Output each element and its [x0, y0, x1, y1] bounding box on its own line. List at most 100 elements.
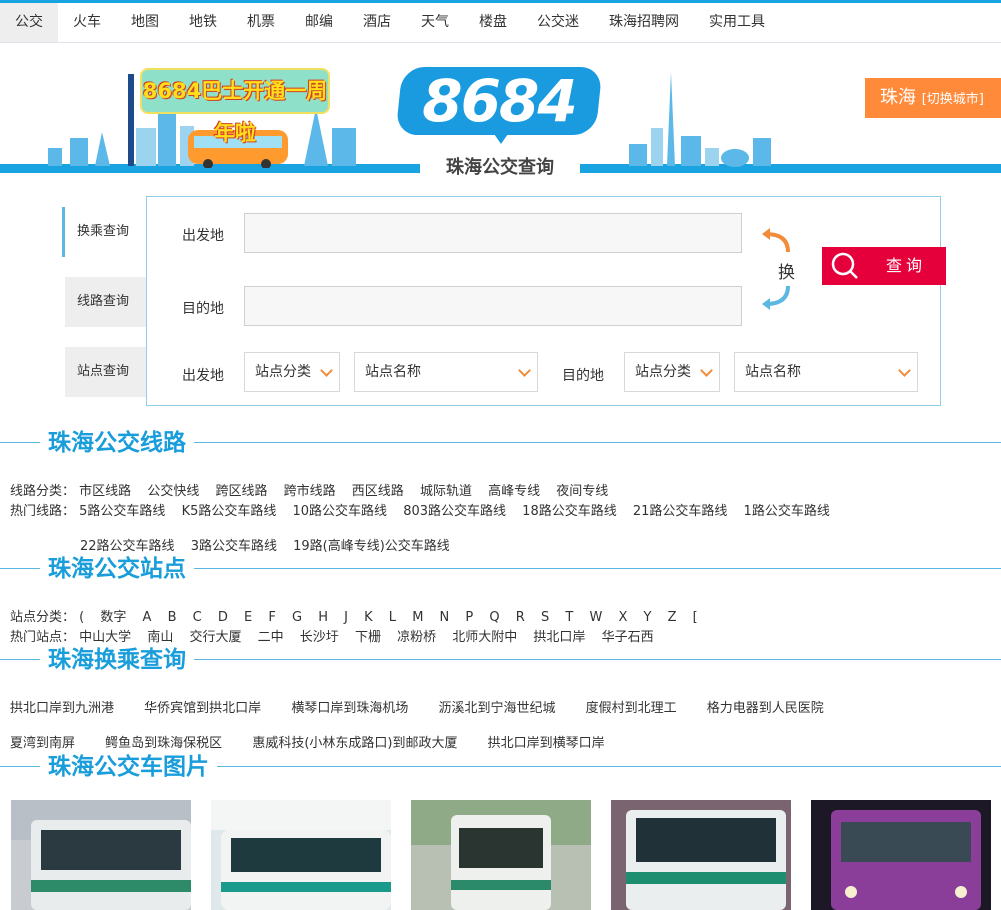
- stop-letter-link[interactable]: J: [344, 610, 348, 625]
- line-category-link[interactable]: 城际轨道: [420, 484, 472, 499]
- bus-photo[interactable]: [611, 800, 791, 910]
- line-category-link[interactable]: 夜间专线: [556, 484, 608, 499]
- stop-letter-link[interactable]: N: [440, 610, 450, 625]
- from-input[interactable]: [244, 213, 742, 253]
- stop-letter-link[interactable]: [: [693, 610, 698, 625]
- hot-stop-link[interactable]: 中山大学: [79, 630, 131, 645]
- hot-line-link[interactable]: K5路公交车路线: [182, 504, 277, 519]
- hot-line-link[interactable]: 10路公交车路线: [293, 504, 388, 519]
- nav-subway[interactable]: 地铁: [174, 3, 232, 42]
- hot-stop-link[interactable]: 南山: [147, 630, 173, 645]
- stop-letter-link[interactable]: M: [412, 610, 423, 625]
- line-category-link[interactable]: 跨市线路: [284, 484, 336, 499]
- nav-flight[interactable]: 机票: [232, 3, 290, 42]
- tab-line-query[interactable]: 线路查询: [65, 277, 147, 327]
- stop-letter-link[interactable]: S: [541, 610, 549, 625]
- stop-letter-link[interactable]: B: [168, 610, 177, 625]
- transfer-link[interactable]: 华侨宾馆到拱北口岸: [144, 701, 261, 716]
- line-category-link[interactable]: 市区线路: [79, 484, 131, 499]
- stop-letter-link[interactable]: W: [589, 610, 602, 625]
- bus-photo[interactable]: [211, 800, 391, 910]
- bus-photo[interactable]: [811, 800, 991, 910]
- line-category-link[interactable]: 公交快线: [147, 484, 199, 499]
- stop-letter-link[interactable]: C: [193, 610, 202, 625]
- stop-letter-link[interactable]: (: [79, 610, 84, 625]
- nav-bus-fans[interactable]: 公交迷: [522, 3, 594, 42]
- hot-line-link[interactable]: 5路公交车路线: [79, 504, 165, 519]
- tab-transfer-query[interactable]: 换乘查询: [62, 207, 148, 257]
- nav-train[interactable]: 火车: [58, 3, 116, 42]
- tab-stop-query[interactable]: 站点查询: [65, 347, 147, 397]
- current-city: 珠海: [880, 87, 916, 108]
- bus-photo[interactable]: [411, 800, 591, 910]
- nav-zipcode[interactable]: 邮编: [290, 3, 348, 42]
- nav-jobs[interactable]: 珠海招聘网: [594, 3, 694, 42]
- hot-stop-link[interactable]: 拱北口岸: [533, 630, 585, 645]
- query-button[interactable]: 查询: [822, 247, 946, 285]
- stop-letter-link[interactable]: T: [565, 610, 573, 625]
- from-stop-name-select[interactable]: 站点名称: [354, 352, 538, 392]
- hot-line-link[interactable]: 1路公交车路线: [744, 504, 830, 519]
- to-stop-category-select[interactable]: 站点分类: [624, 352, 720, 392]
- to-stop-name-select[interactable]: 站点名称: [734, 352, 918, 392]
- hot-line-link[interactable]: 19路(高峰专线)公交车路线: [293, 539, 450, 554]
- stop-letter-link[interactable]: K: [364, 610, 373, 625]
- from-stop-category-select[interactable]: 站点分类: [244, 352, 340, 392]
- stop-letter-link[interactable]: F: [268, 610, 275, 625]
- hot-stop-link[interactable]: 长沙圩: [300, 630, 339, 645]
- line-category-link[interactable]: 西区线路: [352, 484, 404, 499]
- stop-letter-link[interactable]: Q: [489, 610, 499, 625]
- hot-stop-link[interactable]: 华子石西: [602, 630, 654, 645]
- stop-letter-link[interactable]: D: [218, 610, 228, 625]
- nav-realestate[interactable]: 楼盘: [464, 3, 522, 42]
- swap-button[interactable]: 换: [760, 228, 795, 310]
- stop-letter-link[interactable]: R: [516, 610, 525, 625]
- stop-letter-link[interactable]: E: [244, 610, 252, 625]
- stop-letter-link[interactable]: 数字: [100, 610, 126, 625]
- hot-line-link[interactable]: 3路公交车路线: [191, 539, 277, 554]
- transfer-link[interactable]: 拱北口岸到九洲港: [10, 701, 114, 716]
- transfer-link[interactable]: 夏湾到南屏: [10, 736, 75, 751]
- query-button-label: 查询: [886, 256, 927, 275]
- hot-line-link[interactable]: 21路公交车路线: [633, 504, 728, 519]
- site-logo[interactable]: 8684: [399, 67, 599, 135]
- to-input[interactable]: [244, 286, 742, 326]
- line-category-label: 线路分类：: [10, 484, 76, 499]
- transfer-link[interactable]: 拱北口岸到横琴口岸: [488, 736, 605, 751]
- stop-letter-link[interactable]: X: [618, 610, 627, 625]
- hot-line-link[interactable]: 18路公交车路线: [522, 504, 617, 519]
- transfer-link[interactable]: 鳄鱼岛到珠海保税区: [105, 736, 222, 751]
- line-category-row: 线路分类： 市区线路 公交快线 跨区线路 跨市线路 西区线路 城际轨道 高峰专线…: [10, 480, 620, 499]
- stop-letter-link[interactable]: P: [465, 610, 473, 625]
- stop-letter-link[interactable]: A: [143, 610, 152, 625]
- line-category-link[interactable]: 高峰专线: [488, 484, 540, 499]
- hot-stop-link[interactable]: 北师大附中: [452, 630, 517, 645]
- stop-letter-link[interactable]: Z: [668, 610, 677, 625]
- site-subtitle: 珠海公交查询: [423, 155, 577, 181]
- transfer-link[interactable]: 格力电器到人民医院: [707, 701, 824, 716]
- hot-stops-row: 热门站点： 中山大学 南山 交行大厦 二中 长沙圩 下栅 凉粉桥 北师大附中 拱…: [10, 626, 666, 645]
- line-category-link[interactable]: 跨区线路: [215, 484, 267, 499]
- transfer-link[interactable]: 横琴口岸到珠海机场: [291, 701, 408, 716]
- hot-stop-link[interactable]: 凉粉桥: [397, 630, 436, 645]
- transfer-link[interactable]: 惠威科技(小林东成路口)到邮政大厦: [252, 736, 457, 751]
- bus-photo[interactable]: [11, 800, 191, 910]
- nav-weather[interactable]: 天气: [406, 3, 464, 42]
- anniversary-badge[interactable]: 8684巴士开通一周年啦: [140, 68, 330, 145]
- city-switch-button[interactable]: 珠海 [切换城市]: [865, 78, 1001, 118]
- stop-letter-link[interactable]: H: [318, 610, 328, 625]
- hot-stop-link[interactable]: 下栅: [355, 630, 381, 645]
- transfer-link[interactable]: 沥溪北到宁海世纪城: [438, 701, 555, 716]
- transfer-link[interactable]: 度假村到北理工: [586, 701, 677, 716]
- hot-stop-link[interactable]: 交行大厦: [189, 630, 241, 645]
- nav-tools[interactable]: 实用工具: [694, 3, 780, 42]
- nav-map[interactable]: 地图: [116, 3, 174, 42]
- hot-line-link[interactable]: 22路公交车路线: [80, 539, 175, 554]
- stop-letter-link[interactable]: Y: [644, 610, 652, 625]
- hot-stop-link[interactable]: 二中: [258, 630, 284, 645]
- nav-hotel[interactable]: 酒店: [348, 3, 406, 42]
- hot-line-link[interactable]: 803路公交车路线: [403, 504, 506, 519]
- stop-letter-link[interactable]: G: [292, 610, 302, 625]
- nav-bus[interactable]: 公交: [0, 3, 58, 42]
- stop-letter-link[interactable]: L: [389, 610, 396, 625]
